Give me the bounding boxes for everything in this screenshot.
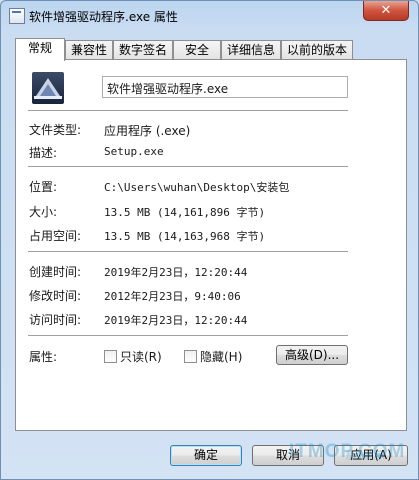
tab-compatibility[interactable]: 兼容性 bbox=[65, 40, 113, 60]
title-bar[interactable]: 软件增强驱动程序.exe 属性 ✕ bbox=[1, 1, 418, 31]
description-value: Setup.exe bbox=[104, 145, 164, 158]
file-type-value: 应用程序 (.exe) bbox=[104, 124, 191, 138]
accessed-value: 2019年2月23日，12:20:44 bbox=[104, 314, 248, 327]
divider bbox=[28, 166, 348, 168]
watermark-subtext: 系统之家 bbox=[345, 451, 385, 462]
size-value: 13.5 MB (14,161,896 字节) bbox=[104, 206, 266, 219]
modified-value: 2012年2月23日，9:40:06 bbox=[104, 290, 241, 303]
window-title: 软件增强驱动程序.exe 属性 bbox=[29, 10, 178, 24]
location-value: C:\Users\wuhan\Desktop\安装包 bbox=[104, 181, 290, 194]
close-button[interactable]: ✕ bbox=[363, 1, 409, 21]
location-label: 位置: bbox=[29, 180, 58, 194]
tab-digital-signatures[interactable]: 数字签名 bbox=[113, 40, 173, 60]
tab-general[interactable]: 常规 bbox=[15, 38, 65, 61]
created-value: 2019年2月23日，12:20:44 bbox=[104, 266, 248, 279]
file-type-label: 文件类型: bbox=[29, 123, 82, 137]
modified-label: 修改时间: bbox=[29, 289, 82, 303]
created-label: 创建时间: bbox=[29, 265, 82, 279]
tab-security[interactable]: 安全 bbox=[173, 40, 221, 60]
tab-strip: 常规 兼容性 数字签名 安全 详细信息 以前的版本 bbox=[15, 38, 407, 61]
hidden-checkbox[interactable] bbox=[184, 350, 197, 363]
readonly-label[interactable]: 只读(R) bbox=[120, 348, 162, 365]
size-on-disk-value: 13.5 MB (14,163,968 字节) bbox=[104, 230, 266, 243]
divider bbox=[28, 335, 348, 337]
hidden-label[interactable]: 隐藏(H) bbox=[200, 348, 242, 365]
cancel-button[interactable]: 取消 bbox=[252, 445, 324, 466]
application-icon bbox=[32, 72, 64, 104]
file-name-input[interactable]: 软件增强驱动程序.exe bbox=[102, 76, 348, 98]
window-icon bbox=[9, 8, 25, 24]
accessed-label: 访问时间: bbox=[29, 313, 82, 327]
size-label: 大小: bbox=[29, 205, 58, 219]
tab-details[interactable]: 详细信息 bbox=[221, 40, 281, 60]
properties-window: 软件增强驱动程序.exe 属性 ✕ 常规 兼容性 数字签名 安全 详细信息 以前… bbox=[0, 0, 419, 480]
divider bbox=[28, 110, 348, 112]
tab-previous-versions[interactable]: 以前的版本 bbox=[281, 40, 353, 60]
ok-button[interactable]: 确定 bbox=[170, 445, 242, 466]
description-label: 描述: bbox=[29, 146, 58, 160]
advanced-button[interactable]: 高级(D)... bbox=[276, 345, 348, 365]
attributes-label: 属性: bbox=[29, 350, 58, 364]
readonly-checkbox[interactable] bbox=[104, 350, 117, 363]
divider bbox=[28, 251, 348, 253]
size-on-disk-label: 占用空间: bbox=[29, 229, 82, 243]
general-panel: 软件增强驱动程序.exe 文件类型: 应用程序 (.exe) 描述: Setup… bbox=[15, 59, 407, 431]
